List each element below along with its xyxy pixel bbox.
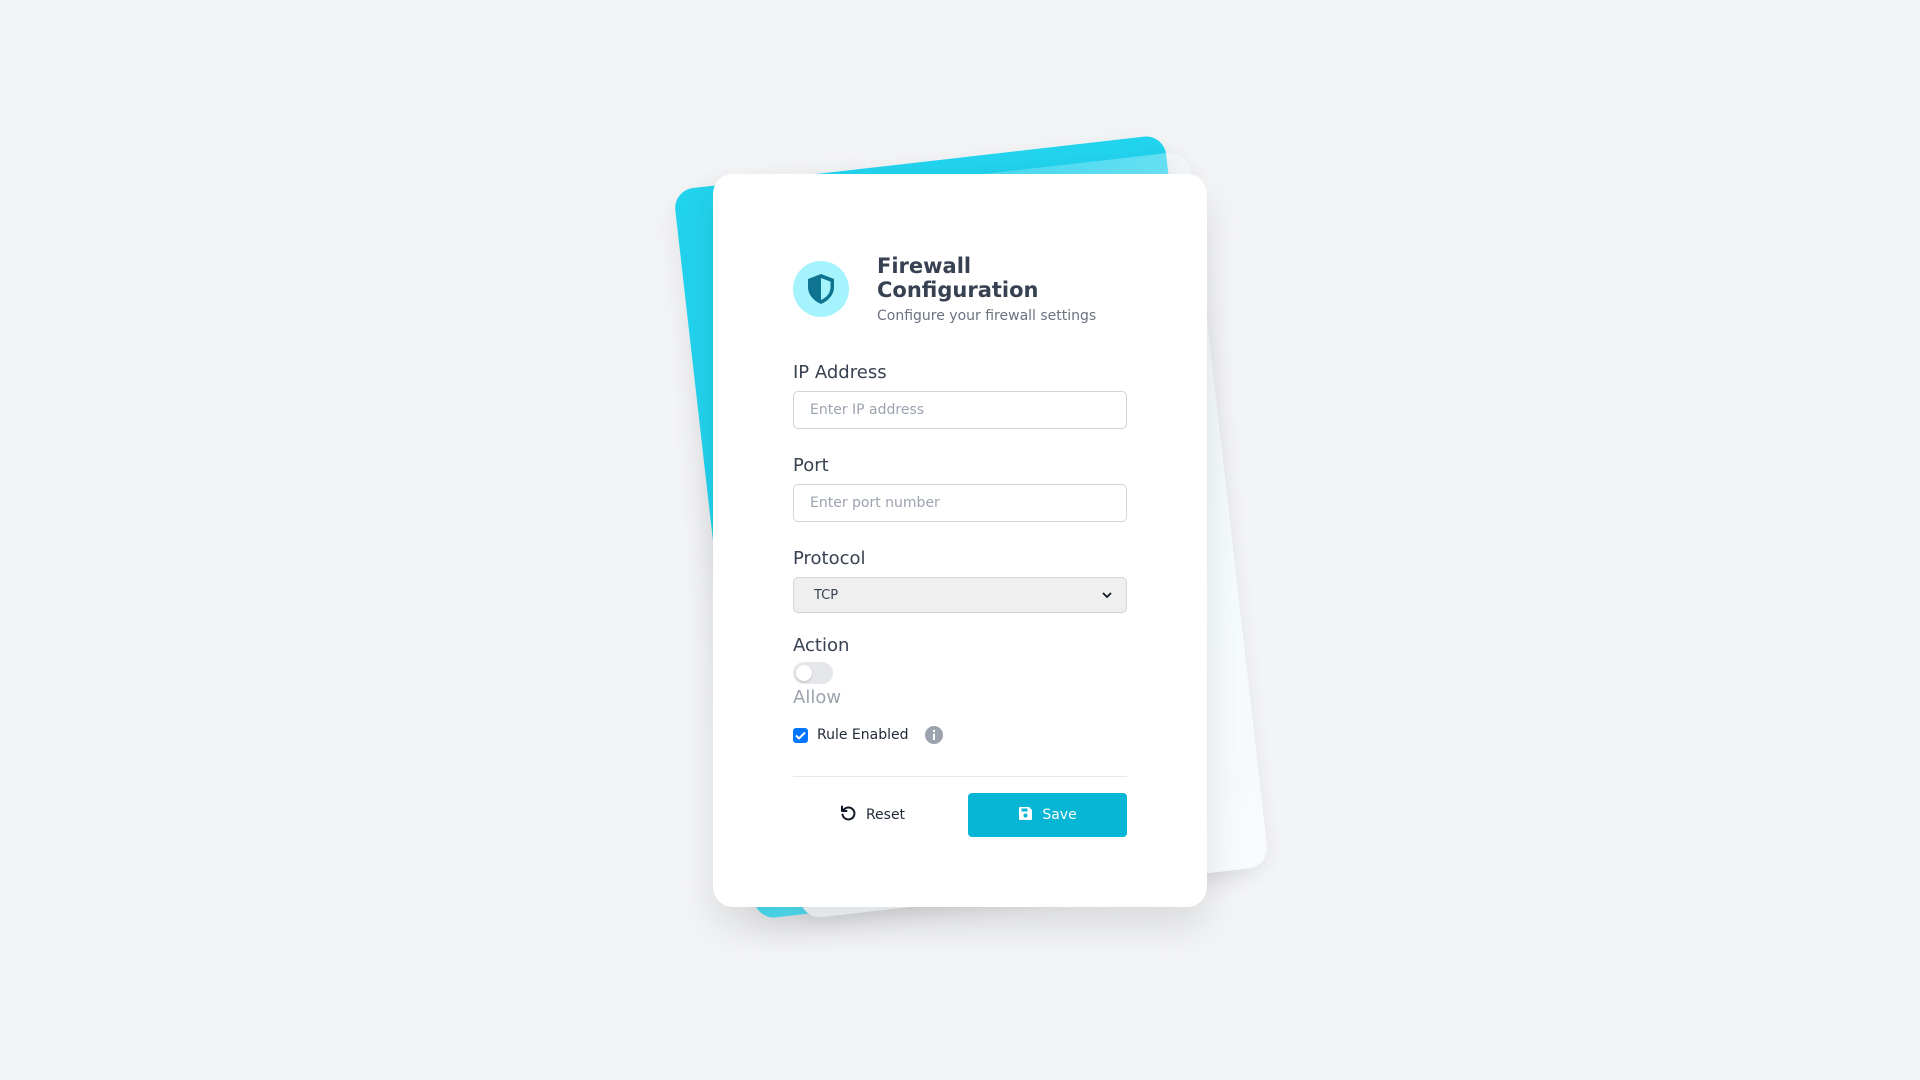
protocol-label: Protocol — [793, 548, 866, 569]
page-title: Firewall Configuration — [877, 254, 1039, 302]
protocol-field-group: Protocol TCP — [793, 548, 1127, 613]
action-toggle-text: Allow — [793, 687, 842, 708]
action-toggle[interactable] — [793, 662, 833, 684]
ip-address-label: IP Address — [793, 362, 887, 383]
rule-enabled-checkbox[interactable] — [793, 727, 808, 743]
action-toggle-knob — [796, 665, 812, 681]
save-button-label: Save — [1042, 807, 1077, 823]
undo-icon — [840, 805, 857, 826]
rule-enabled-row: Rule Enabled — [793, 726, 1127, 744]
reset-button[interactable]: Reset — [793, 793, 952, 837]
action-label: Action — [793, 635, 850, 656]
header-text: Firewall Configuration Configure your fi… — [877, 254, 1127, 324]
shield-icon — [793, 261, 849, 317]
form-actions: Reset Save — [793, 793, 1127, 837]
reset-button-label: Reset — [865, 807, 906, 823]
action-field-group: Action Allow — [793, 635, 1127, 708]
port-input[interactable] — [793, 484, 1127, 522]
info-icon[interactable] — [924, 726, 943, 744]
page-subtitle: Configure your firewall settings — [877, 308, 1097, 324]
rule-enabled-label: Rule Enabled — [817, 727, 909, 743]
ip-address-field-group: IP Address — [793, 362, 1127, 429]
actions-divider — [793, 776, 1127, 777]
port-label: Port — [793, 455, 829, 476]
chevron-down-icon — [1102, 588, 1112, 603]
port-field-group: Port — [793, 455, 1127, 522]
protocol-selected-value: TCP — [814, 587, 839, 603]
card-header: Firewall Configuration Configure your fi… — [793, 254, 1127, 324]
floppy-disk-icon — [1018, 806, 1033, 825]
save-button[interactable]: Save — [968, 793, 1127, 837]
page: Firewall Configuration Configure your fi… — [0, 0, 1920, 1080]
ip-address-input[interactable] — [793, 391, 1127, 429]
protocol-select[interactable]: TCP — [793, 577, 1127, 613]
firewall-config-card: Firewall Configuration Configure your fi… — [713, 174, 1207, 907]
